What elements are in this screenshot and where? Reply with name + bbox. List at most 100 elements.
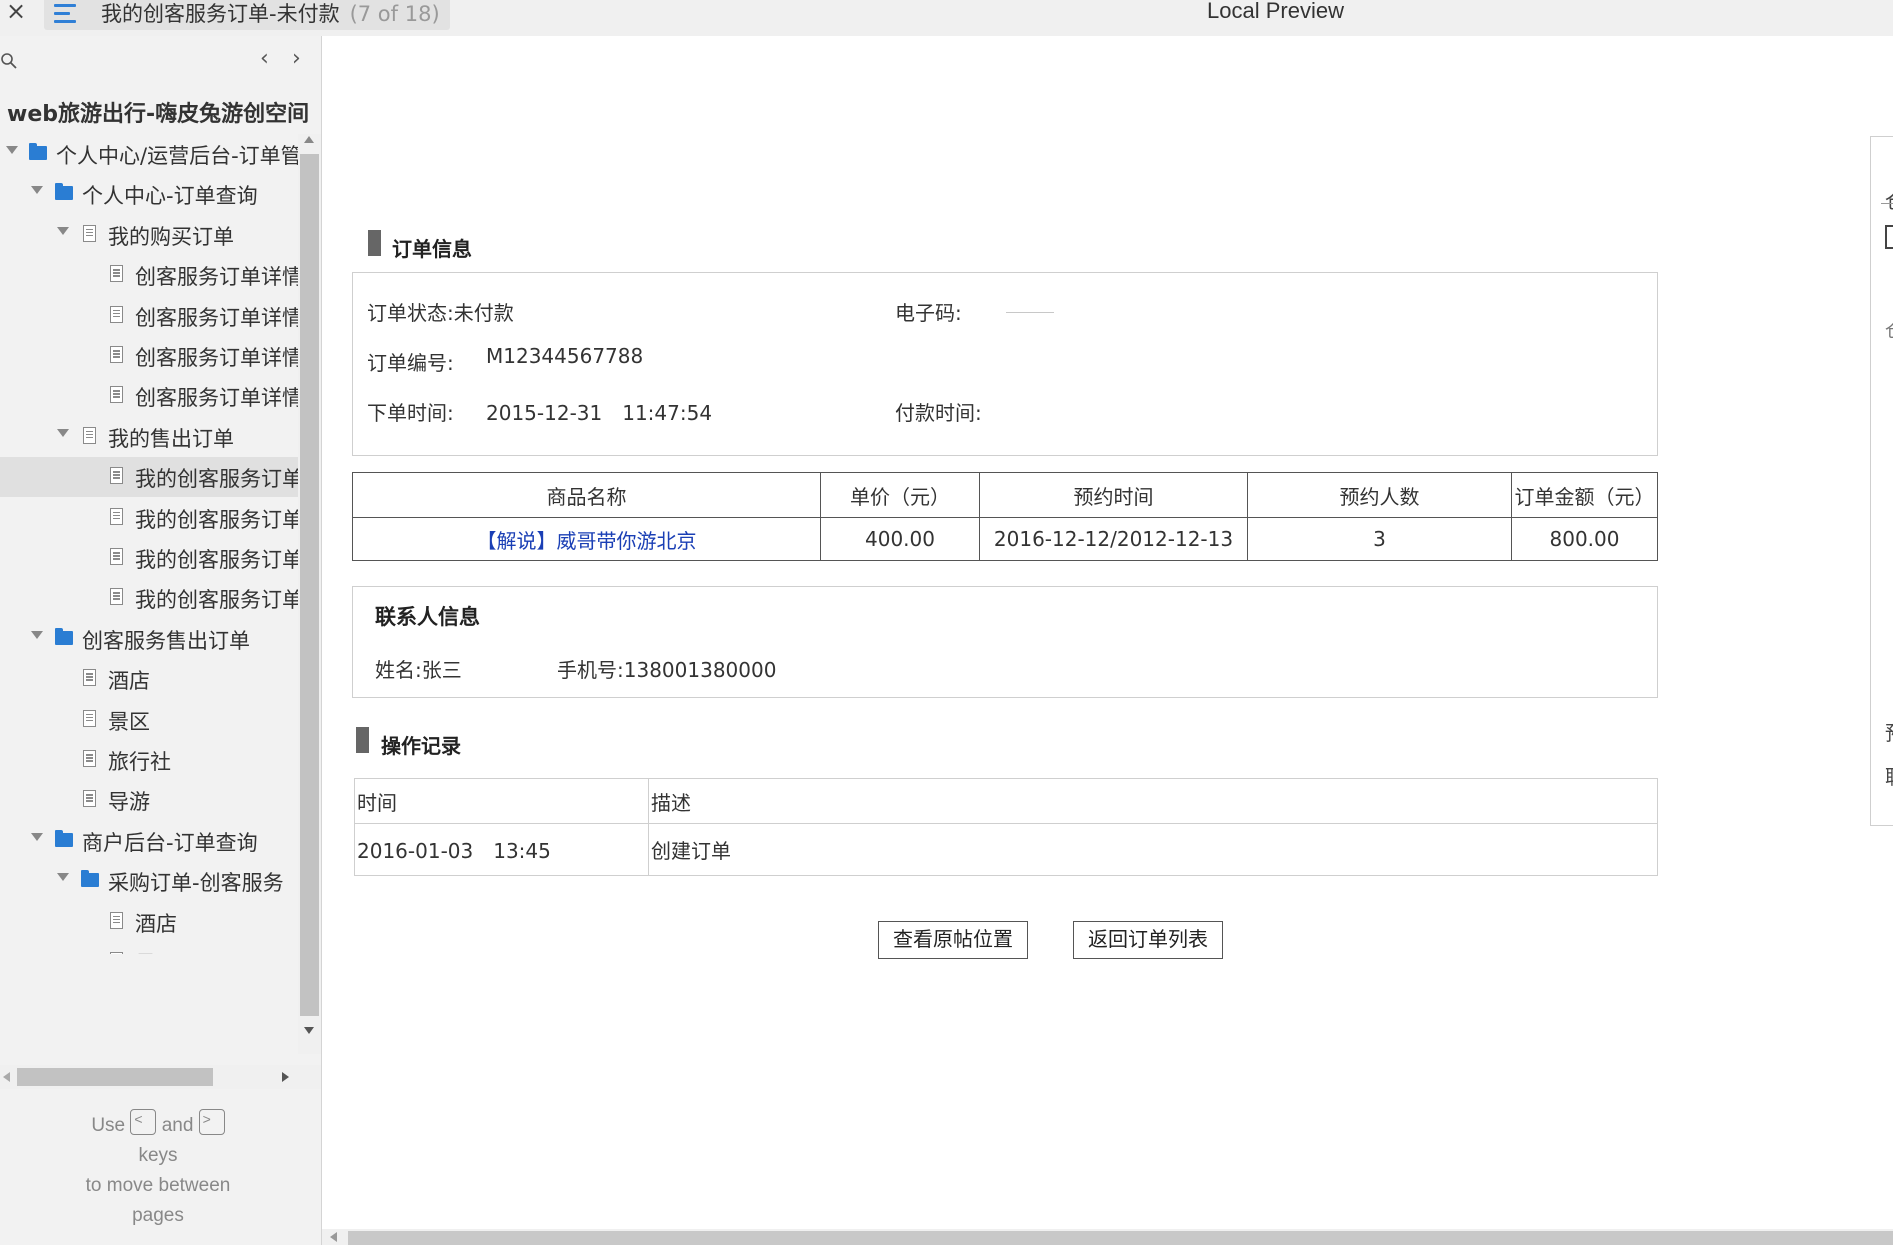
section-marker <box>356 727 369 753</box>
goods-link[interactable]: 【解说】威哥带你游北京 <box>477 529 697 553</box>
tree-vertical-scrollbar[interactable] <box>298 134 321 1054</box>
page-icon <box>110 952 123 954</box>
tree-hscroll-thumb[interactable] <box>17 1068 213 1086</box>
page-icon <box>83 709 96 727</box>
sidebar-tree-item[interactable]: 景区 <box>0 942 298 954</box>
sidebar-tree-item[interactable]: 酒店 <box>0 902 298 942</box>
expand-arrow-icon[interactable] <box>31 832 43 841</box>
expand-arrow-icon[interactable] <box>31 186 43 195</box>
page-icon <box>110 386 123 404</box>
hint-keys: keys <box>138 1145 178 1166</box>
content-horizontal-scrollbar[interactable] <box>322 1229 1893 1245</box>
amount-cell: 800.00 <box>1511 517 1658 561</box>
table-row: 2016-01-03 13:45 创建订单 <box>354 823 1658 876</box>
sidebar-tree-item[interactable]: 创客服务订单详情 <box>0 296 298 336</box>
scroll-down-icon[interactable] <box>304 1027 314 1034</box>
search-icon[interactable] <box>0 52 18 70</box>
sidebar-tree-item[interactable]: 酒店 <box>0 659 298 699</box>
sidebar-tree-item[interactable]: 我的创客服务订单 <box>0 498 298 538</box>
content-scroll-thumb[interactable] <box>348 1231 1893 1245</box>
ops-table: 时间 描述 2016-01-03 13:45 创建订单 <box>354 778 1658 876</box>
col-desc: 描述 <box>648 778 1658 824</box>
page-icon <box>83 750 96 767</box>
sidebar-tree-label: 创客服务订单详情 <box>135 265 298 290</box>
order-created-value: 2015-12-31 11:47:54 <box>486 401 713 425</box>
sidebar-tree-label: 酒店 <box>135 911 177 936</box>
sidebar-tree-item[interactable]: 个人中心-订单查询 <box>0 174 298 214</box>
sidebar-tree-item[interactable]: 我的创客服务订单 <box>0 578 298 618</box>
sidebar-tree-item[interactable]: 景区 <box>0 700 298 740</box>
sidebar-tree-label: 创客服务订单详情 <box>135 386 298 411</box>
sidebar-tree-item[interactable]: 创客服务订单详情 <box>0 336 298 376</box>
sidebar-tree-label: 采购订单-创客服务 <box>108 871 284 896</box>
hint-use: Use <box>91 1115 126 1136</box>
sidebar-tree-label: 酒店 <box>108 669 150 694</box>
sidebar-tree-item[interactable]: 我的创客服务订单 <box>0 538 298 578</box>
ops-title: 操作记录 <box>381 734 461 758</box>
folder-icon <box>55 183 73 201</box>
prev-key-icon: < <box>130 1108 157 1135</box>
hint-line4: pages <box>132 1205 184 1226</box>
preview-content: 订单信息 订单状态:未付款 电子码: 订单编号: M12344567788 下单… <box>322 36 1893 1245</box>
expand-arrow-icon[interactable] <box>57 226 69 235</box>
sidebar-tree-label: 创客服务订单详情 <box>135 305 298 330</box>
page-icon <box>110 548 123 565</box>
section-marker <box>368 230 381 256</box>
sidebar-tree-item[interactable]: 我的售出订单 <box>0 417 298 457</box>
back-to-list-button[interactable]: 返回订单列表 <box>1073 921 1223 959</box>
order-number-value: M12344567788 <box>486 344 644 368</box>
page-icon <box>83 669 96 687</box>
right-clipped-panel: 仓 仓 预 联 <box>1870 136 1893 826</box>
tab-page-counter: (7 of 18) <box>349 2 440 26</box>
expand-arrow-icon[interactable] <box>31 630 43 639</box>
contact-name: 姓名:张三 <box>375 654 462 683</box>
contact-name-value: 张三 <box>421 658 462 682</box>
expand-arrow-icon[interactable] <box>6 146 18 154</box>
order-paid-label: 付款时间: <box>895 401 982 425</box>
sidebar-tree-label: 个人中心-订单查询 <box>82 184 258 209</box>
scroll-up-icon[interactable] <box>304 136 314 143</box>
sidebar-tree-item[interactable]: 导游 <box>0 780 298 820</box>
sidebar-tree-item[interactable]: 旅行社 <box>0 740 298 780</box>
tree-scroll-thumb[interactable] <box>300 154 319 1016</box>
people-cell: 3 <box>1247 517 1512 561</box>
sidebar-tree-item[interactable]: 我的创客服务订单 <box>0 457 298 498</box>
sidebar-tree-item[interactable]: 采购订单-创客服务 <box>0 861 298 901</box>
contact-phone-label: 手机号: <box>557 658 624 682</box>
contact-phone: 手机号:138001380000 <box>557 654 776 683</box>
expand-arrow-icon[interactable] <box>57 873 69 882</box>
sidebar-tree-item[interactable]: 我的购买订单 <box>0 215 298 255</box>
view-original-button[interactable]: 查看原帖位置 <box>878 921 1028 959</box>
order-info-panel: 订单状态:未付款 电子码: 订单编号: M12344567788 下单时间: 2… <box>352 272 1658 456</box>
expand-arrow-icon[interactable] <box>57 428 69 437</box>
goods-table-header: 商品名称 单价（元） 预约时间 预约人数 订单金额（元） <box>352 472 1658 518</box>
sidebar-tree-item[interactable]: 创客服务订单详情 <box>0 255 298 295</box>
sidebar-tree-item[interactable]: 创客服务售出订单 <box>0 619 298 659</box>
project-title: web旅游出行-嗨皮兔游创空间 <box>7 102 310 127</box>
chevron-right-icon[interactable]: › <box>292 46 301 71</box>
sidebar-tree-label: 导游 <box>108 790 150 815</box>
table-row: 【解说】威哥带你游北京 400.00 2016-12-12/2012-12-13… <box>352 517 1658 561</box>
page-icon <box>110 265 123 283</box>
scroll-left-icon[interactable] <box>3 1072 10 1082</box>
scroll-left-icon[interactable] <box>330 1232 337 1242</box>
scroll-right-icon[interactable] <box>282 1072 289 1082</box>
page-tab[interactable]: 我的创客服务订单-未付款 (7 of 18) <box>44 0 450 30</box>
tree-horizontal-scrollbar[interactable] <box>0 1065 321 1089</box>
folder-icon <box>81 870 99 888</box>
page-icon <box>110 588 123 606</box>
contact-title: 联系人信息 <box>375 605 480 629</box>
sidebar-tree-item[interactable]: 个人中心/运营后台-订单管 <box>0 134 298 174</box>
sidebar-tree-item[interactable]: 商户后台-订单查询 <box>0 821 298 861</box>
divider <box>1881 203 1893 204</box>
goods-name-cell: 【解说】威哥带你游北京 <box>352 517 821 561</box>
col-time: 时间 <box>354 778 649 824</box>
page-tree: 个人中心/运营后台-订单管 个人中心-订单查询 我的购买订单 创客服务订单详情 创客服务… <box>0 134 298 954</box>
page-icon <box>110 507 123 525</box>
right-fragment-1: 仓 <box>1885 185 1893 214</box>
close-icon[interactable]: × <box>4 0 28 26</box>
tab-title: 我的创客服务订单-未付款 (7 of 18) <box>101 0 440 28</box>
menu-icon[interactable] <box>54 3 80 25</box>
sidebar-tree-item[interactable]: 创客服务订单详情 <box>0 376 298 416</box>
chevron-left-icon[interactable]: ‹ <box>260 46 269 71</box>
